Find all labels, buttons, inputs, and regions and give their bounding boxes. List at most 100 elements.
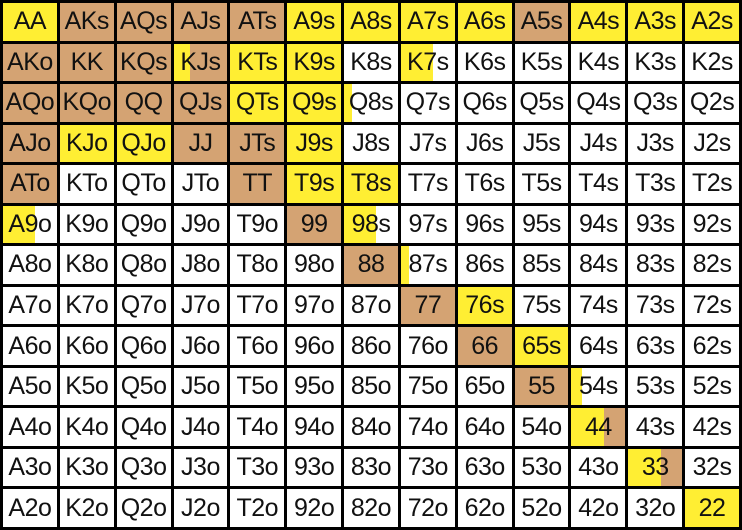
hand-cell-J3o: J3o — [173, 448, 228, 487]
hand-cell-84s: 84s — [571, 246, 626, 284]
hand-cell-82o: 82o — [344, 489, 398, 527]
hand-cell-Q5o: Q5o — [116, 367, 171, 406]
hand-label: 72s — [692, 291, 732, 320]
hand-cell-95s: 95s — [514, 205, 569, 244]
hand-cell-KTs: KTs — [230, 43, 285, 82]
hand-cell-87o: 87o — [344, 286, 398, 325]
hand-label: Q5s — [519, 88, 564, 117]
hand-label: AKo — [7, 47, 53, 76]
hand-label: 86o — [350, 331, 392, 360]
hand-label: 76s — [465, 291, 505, 320]
hand-label: 97o — [294, 291, 335, 320]
hand-label: J9o — [181, 209, 220, 238]
hand-cell-A2s: A2s — [685, 3, 739, 41]
hand-cell-76s: 76s — [457, 286, 512, 325]
hand-label: T9o — [236, 209, 279, 238]
hand-cell-T4s: T4s — [571, 165, 626, 203]
hand-label: T5o — [236, 372, 279, 401]
hand-cell-K4s: K4s — [571, 43, 626, 82]
hand-cell-T5s: T5s — [514, 165, 569, 203]
hand-cell-94s: 94s — [571, 205, 626, 244]
hand-cell-K3o: K3o — [59, 448, 114, 487]
hand-cell-QJs: QJs — [173, 84, 228, 122]
hand-label: 87o — [350, 291, 392, 320]
hand-cell-K9s: K9s — [287, 43, 342, 82]
hand-label: J4o — [181, 412, 220, 441]
hand-cell-JTs: JTs — [230, 124, 285, 163]
hand-label: AJo — [9, 128, 51, 157]
hand-cell-K5s: K5s — [514, 43, 569, 82]
hand-cell-T9s: T9s — [287, 165, 342, 203]
hand-cell-T6o: T6o — [230, 327, 285, 365]
hand-label: AKs — [64, 7, 110, 36]
hand-label: 93s — [635, 209, 675, 238]
hand-label: T8o — [236, 250, 279, 279]
hand-label: 97s — [408, 209, 448, 238]
hand-label: T5s — [521, 169, 562, 198]
hand-label: 62s — [692, 331, 732, 360]
hand-label: Q7o — [120, 291, 167, 320]
hand-cell-QTs: QTs — [230, 84, 285, 122]
hand-cell-86s: 86s — [457, 246, 512, 284]
hand-cell-Q4o: Q4o — [116, 408, 171, 446]
hand-label: K3o — [65, 453, 109, 482]
hand-label: J6s — [465, 128, 504, 157]
hand-label: T6s — [464, 169, 506, 198]
hand-label: Q3o — [120, 453, 167, 482]
hand-cell-KQs: KQs — [116, 43, 171, 82]
hand-cell-42o: 42o — [571, 489, 626, 527]
hand-label: 64s — [578, 331, 618, 360]
hand-label: Q2s — [689, 88, 735, 117]
hand-cell-J2s: J2s — [685, 124, 739, 163]
hand-label: 32s — [692, 453, 732, 482]
hand-cell-83o: 83o — [344, 448, 398, 487]
hand-cell-K8o: K8o — [59, 246, 114, 284]
hand-label: AQs — [120, 7, 168, 36]
hand-label: K9o — [65, 209, 109, 238]
hand-cell-Q2s: Q2s — [685, 84, 739, 122]
hand-label: T3s — [635, 169, 676, 198]
hand-cell-73s: 73s — [628, 286, 683, 325]
hand-cell-T3o: T3o — [230, 448, 285, 487]
hand-label: 98o — [294, 250, 335, 279]
hand-cell-J8o: J8o — [173, 246, 228, 284]
hand-label: 62o — [464, 493, 506, 522]
hand-cell-K5o: K5o — [59, 367, 114, 406]
hand-label: J8o — [181, 250, 220, 279]
hand-cell-ATo: ATo — [3, 165, 57, 203]
hand-cell-T7o: T7o — [230, 286, 285, 325]
hand-cell-76o: 76o — [400, 327, 455, 365]
hand-label: AJs — [180, 7, 221, 36]
hand-cell-85o: 85o — [344, 367, 398, 406]
hand-label: K8s — [350, 47, 392, 76]
hand-label: A8o — [8, 250, 52, 279]
hand-cell-62s: 62s — [685, 327, 739, 365]
hand-cell-43o: 43o — [571, 448, 626, 487]
hand-label: 53s — [635, 372, 675, 401]
hand-label: 96s — [465, 209, 505, 238]
hand-label: Q6s — [462, 88, 508, 117]
hand-cell-KJo: KJo — [59, 124, 114, 163]
hand-cell-95o: 95o — [287, 367, 342, 406]
hand-cell-Q8o: Q8o — [116, 246, 171, 284]
hand-cell-A6o: A6o — [3, 327, 57, 365]
hand-cell-Q5s: Q5s — [514, 84, 569, 122]
hand-cell-A2o: A2o — [3, 489, 57, 527]
hand-cell-T3s: T3s — [628, 165, 683, 203]
hand-cell-98o: 98o — [287, 246, 342, 284]
hand-label: Q8s — [348, 88, 394, 117]
hand-label: J6o — [181, 331, 220, 360]
hand-cell-T2o: T2o — [230, 489, 285, 527]
hand-label: 84s — [578, 250, 618, 279]
hand-cell-J8s: J8s — [344, 124, 398, 163]
hand-label: 75s — [522, 291, 561, 320]
hand-cell-QTo: QTo — [116, 165, 171, 203]
hand-cell-82s: 82s — [685, 246, 739, 284]
hand-label: 43s — [635, 412, 675, 441]
hand-label: KTs — [237, 47, 278, 76]
hand-cell-52s: 52s — [685, 367, 739, 406]
hand-cell-J6s: J6s — [457, 124, 512, 163]
hand-cell-A4o: A4o — [3, 408, 57, 446]
hand-cell-44: 44 — [571, 408, 626, 446]
hand-cell-T6s: T6s — [457, 165, 512, 203]
